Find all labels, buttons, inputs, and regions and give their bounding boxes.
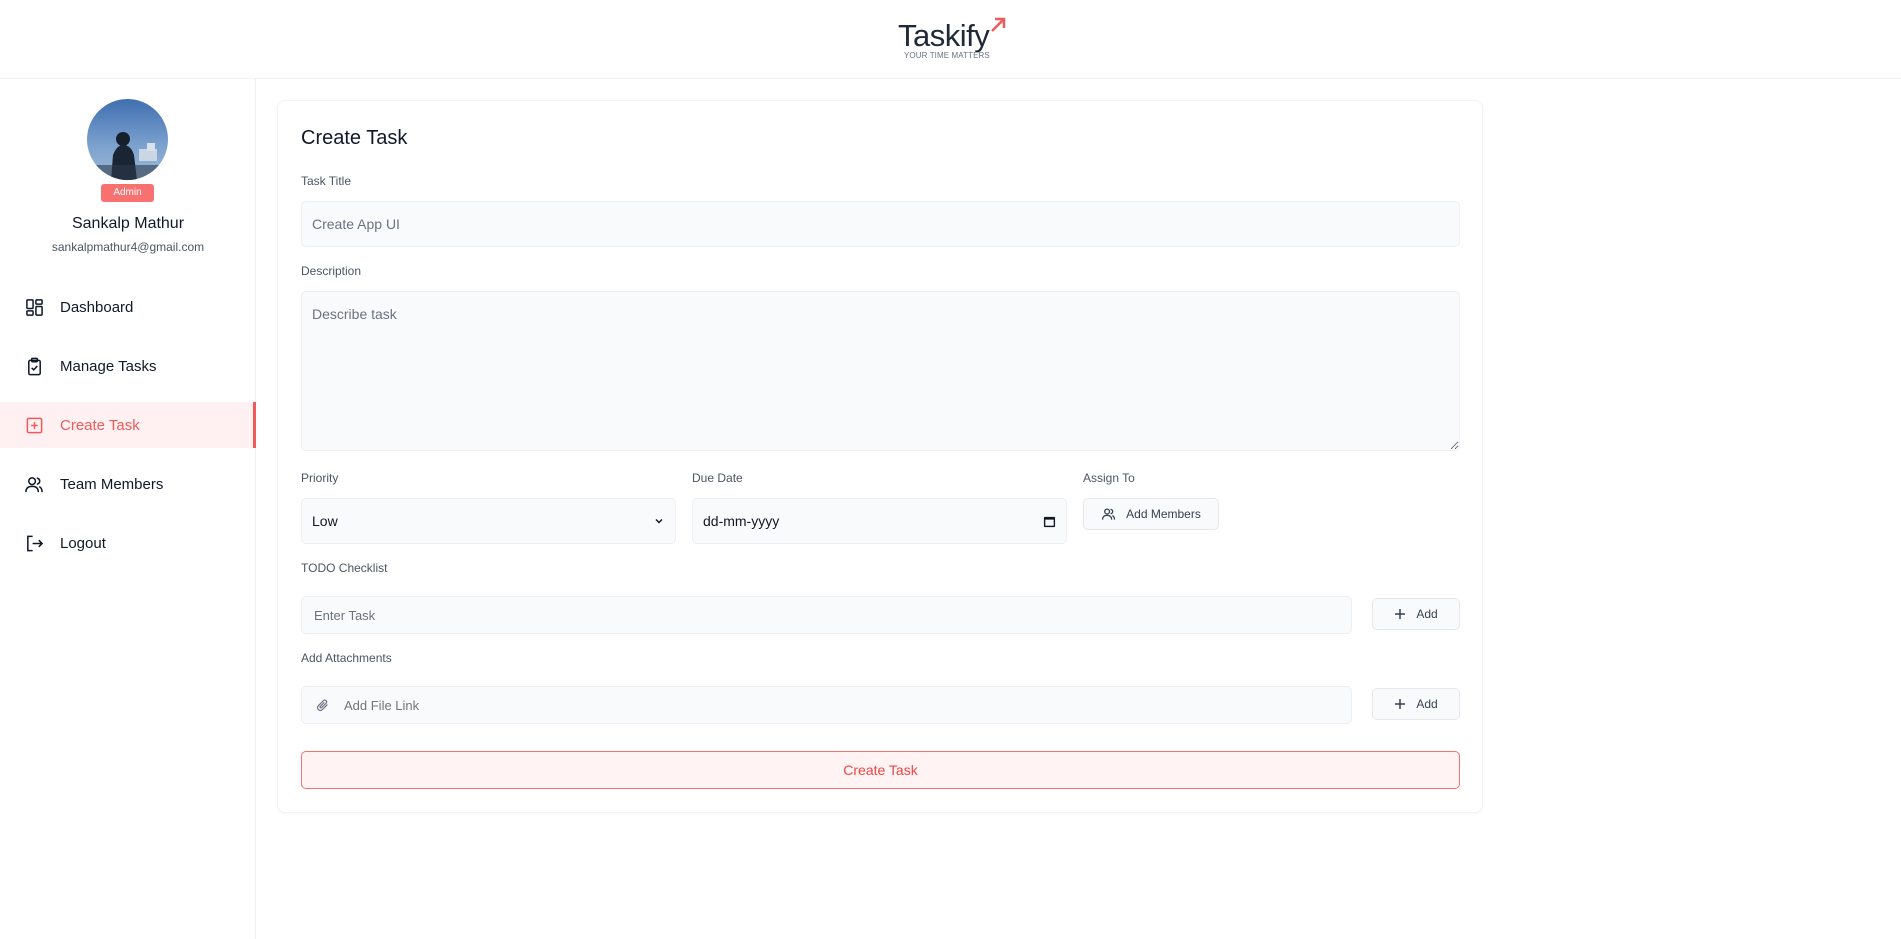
paperclip-icon: [316, 699, 328, 712]
task-title-label: Task Title: [301, 174, 352, 188]
avatar-photo-icon: [87, 99, 168, 180]
due-date-input[interactable]: dd-mm-yyyy: [692, 498, 1067, 544]
user-email: sankalpmathur4@gmail.com: [51, 240, 205, 254]
sidebar-item-label: Team Members: [60, 475, 164, 493]
file-link-input[interactable]: [344, 697, 1324, 713]
create-task-card: Create Task Task Title Description Prior…: [277, 100, 1483, 813]
due-date-placeholder: dd-mm-yyyy: [703, 513, 780, 529]
calendar-icon[interactable]: [1043, 515, 1056, 528]
sidebar: Admin Sankalp Mathur sankalpmathur4@gmai…: [0, 79, 256, 939]
sidebar-item-label: Create Task: [60, 416, 140, 434]
dashboard-icon: [24, 297, 44, 317]
add-attachment-button[interactable]: Add: [1372, 688, 1460, 720]
users-icon: [1102, 508, 1116, 520]
add-todo-label: Add: [1416, 607, 1438, 621]
sidebar-item-label: Dashboard: [60, 298, 134, 316]
task-title-input[interactable]: [301, 201, 1460, 247]
add-todo-button[interactable]: Add: [1372, 598, 1460, 630]
sidebar-item-team-members[interactable]: Team Members: [0, 461, 256, 507]
sidebar-item-manage-tasks[interactable]: Manage Tasks: [0, 343, 256, 389]
users-icon: [24, 474, 44, 494]
priority-select[interactable]: Low: [301, 498, 676, 544]
logo-tagline: YOUR TIME MATTERS: [904, 51, 990, 60]
description-label: Description: [301, 264, 362, 278]
priority-selected-value: Low: [312, 513, 338, 529]
plus-icon: [1395, 699, 1406, 709]
add-members-button[interactable]: Add Members: [1083, 498, 1219, 530]
logo-wordmark: Taskify: [898, 18, 990, 53]
sidebar-item-label: Manage Tasks: [60, 357, 157, 375]
sidebar-item-create-task[interactable]: Create Task: [0, 402, 256, 448]
create-task-submit-button[interactable]: Create Task: [301, 751, 1460, 789]
clipboard-check-icon: [24, 356, 44, 376]
file-link-field[interactable]: [301, 686, 1352, 724]
todo-checklist-label: TODO Checklist: [301, 561, 388, 575]
sidebar-item-logout[interactable]: Logout: [0, 520, 256, 566]
sidebar-nav: Dashboard Manage Tasks Create Task Team …: [0, 284, 256, 579]
role-badge: Admin: [101, 184, 154, 202]
user-name: Sankalp Mathur: [71, 215, 185, 232]
plus-icon: [1395, 609, 1406, 619]
todo-task-input[interactable]: [301, 596, 1352, 634]
attachments-label: Add Attachments: [301, 651, 392, 665]
taskify-logo: Taskify YOUR TIME MATTERS: [898, 16, 1008, 62]
add-attachment-label: Add: [1416, 697, 1438, 711]
avatar[interactable]: [87, 99, 168, 180]
logout-icon: [24, 533, 44, 553]
page-title: Create Task: [301, 127, 408, 149]
sidebar-item-label: Logout: [60, 534, 106, 552]
chevron-down-icon: [655, 518, 663, 524]
assign-to-label: Assign To: [1083, 471, 1135, 485]
top-header: Taskify YOUR TIME MATTERS: [0, 0, 1901, 79]
logo-arrow-icon: [991, 17, 1006, 32]
description-textarea[interactable]: [301, 291, 1460, 451]
priority-label: Priority: [301, 471, 339, 485]
plus-square-icon: [24, 415, 44, 435]
due-date-label: Due Date: [692, 471, 743, 485]
add-members-label: Add Members: [1126, 507, 1201, 521]
sidebar-item-dashboard[interactable]: Dashboard: [0, 284, 256, 330]
